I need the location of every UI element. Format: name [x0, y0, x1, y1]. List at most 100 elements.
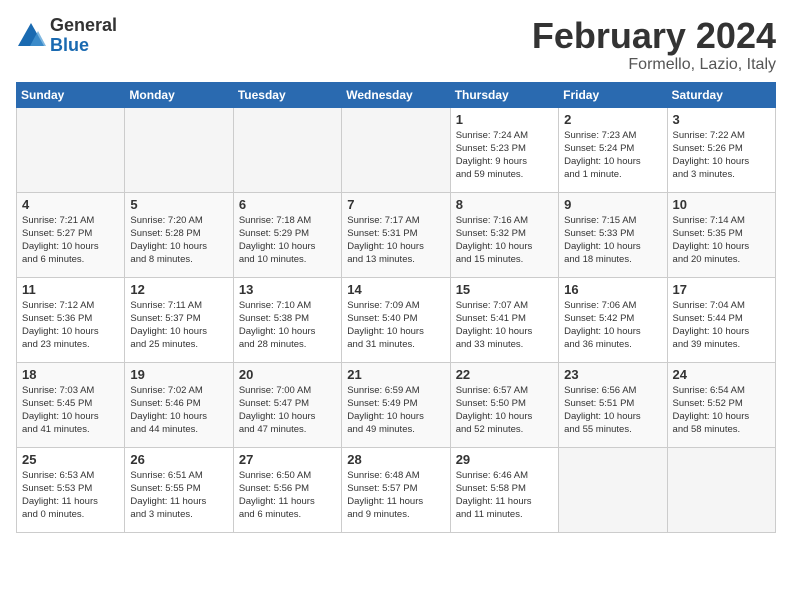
- calendar-header-row: SundayMondayTuesdayWednesdayThursdayFrid…: [17, 82, 776, 107]
- calendar-cell: [667, 447, 775, 532]
- day-number: 21: [347, 367, 444, 382]
- day-number: 9: [564, 197, 661, 212]
- day-info: Sunrise: 7:11 AM Sunset: 5:37 PM Dayligh…: [130, 299, 227, 352]
- calendar-cell: 22 Sunrise: 6:57 AM Sunset: 5:50 PM Dayli…: [450, 362, 558, 447]
- day-info: Sunrise: 7:04 AM Sunset: 5:44 PM Dayligh…: [673, 299, 770, 352]
- day-info: Sunrise: 6:56 AM Sunset: 5:51 PM Dayligh…: [564, 384, 661, 437]
- day-number: 22: [456, 367, 553, 382]
- day-number: 25: [22, 452, 119, 467]
- calendar-week-row: 11 Sunrise: 7:12 AM Sunset: 5:36 PM Dayli…: [17, 277, 776, 362]
- calendar-week-row: 18 Sunrise: 7:03 AM Sunset: 5:45 PM Dayli…: [17, 362, 776, 447]
- calendar-cell: 16 Sunrise: 7:06 AM Sunset: 5:42 PM Dayli…: [559, 277, 667, 362]
- calendar-cell: 11 Sunrise: 7:12 AM Sunset: 5:36 PM Dayli…: [17, 277, 125, 362]
- calendar-week-row: 25 Sunrise: 6:53 AM Sunset: 5:53 PM Dayli…: [17, 447, 776, 532]
- day-info: Sunrise: 6:57 AM Sunset: 5:50 PM Dayligh…: [456, 384, 553, 437]
- day-info: Sunrise: 7:21 AM Sunset: 5:27 PM Dayligh…: [22, 214, 119, 267]
- calendar-header-wednesday: Wednesday: [342, 82, 450, 107]
- calendar-cell: 19 Sunrise: 7:02 AM Sunset: 5:46 PM Dayli…: [125, 362, 233, 447]
- day-number: 17: [673, 282, 770, 297]
- day-info: Sunrise: 7:06 AM Sunset: 5:42 PM Dayligh…: [564, 299, 661, 352]
- day-info: Sunrise: 7:23 AM Sunset: 5:24 PM Dayligh…: [564, 129, 661, 182]
- calendar-cell: 8 Sunrise: 7:16 AM Sunset: 5:32 PM Daylig…: [450, 192, 558, 277]
- day-info: Sunrise: 7:20 AM Sunset: 5:28 PM Dayligh…: [130, 214, 227, 267]
- day-number: 12: [130, 282, 227, 297]
- day-number: 27: [239, 452, 336, 467]
- calendar-cell: 23 Sunrise: 6:56 AM Sunset: 5:51 PM Dayli…: [559, 362, 667, 447]
- calendar-cell: 4 Sunrise: 7:21 AM Sunset: 5:27 PM Daylig…: [17, 192, 125, 277]
- day-number: 13: [239, 282, 336, 297]
- day-info: Sunrise: 7:14 AM Sunset: 5:35 PM Dayligh…: [673, 214, 770, 267]
- day-info: Sunrise: 7:03 AM Sunset: 5:45 PM Dayligh…: [22, 384, 119, 437]
- calendar-cell: 13Sunrise: 7:10 AM Sunset: 5:38 PM Dayli…: [233, 277, 341, 362]
- day-info: Sunrise: 6:48 AM Sunset: 5:57 PM Dayligh…: [347, 469, 444, 522]
- day-number: 3: [673, 112, 770, 127]
- day-info: Sunrise: 7:07 AM Sunset: 5:41 PM Dayligh…: [456, 299, 553, 352]
- day-info: Sunrise: 7:17 AM Sunset: 5:31 PM Dayligh…: [347, 214, 444, 267]
- day-number: 26: [130, 452, 227, 467]
- day-info: Sunrise: 7:02 AM Sunset: 5:46 PM Dayligh…: [130, 384, 227, 437]
- day-info: Sunrise: 7:24 AM Sunset: 5:23 PM Dayligh…: [456, 129, 553, 182]
- calendar-header-sunday: Sunday: [17, 82, 125, 107]
- calendar-cell: 28 Sunrise: 6:48 AM Sunset: 5:57 PM Dayli…: [342, 447, 450, 532]
- calendar-cell: 29 Sunrise: 6:46 AM Sunset: 5:58 PM Dayli…: [450, 447, 558, 532]
- calendar-cell: 1Sunrise: 7:24 AM Sunset: 5:23 PM Daylig…: [450, 107, 558, 192]
- calendar-cell: 27 Sunrise: 6:50 AM Sunset: 5:56 PM Dayli…: [233, 447, 341, 532]
- calendar-cell: 20Sunrise: 7:00 AM Sunset: 5:47 PM Dayli…: [233, 362, 341, 447]
- logo-blue: Blue: [50, 36, 117, 56]
- location-subtitle: Formello, Lazio, Italy: [532, 56, 776, 74]
- day-number: 14: [347, 282, 444, 297]
- day-info: Sunrise: 6:59 AM Sunset: 5:49 PM Dayligh…: [347, 384, 444, 437]
- calendar-table: SundayMondayTuesdayWednesdayThursdayFrid…: [16, 82, 776, 533]
- day-number: 7: [347, 197, 444, 212]
- calendar-header-thursday: Thursday: [450, 82, 558, 107]
- calendar-week-row: 1Sunrise: 7:24 AM Sunset: 5:23 PM Daylig…: [17, 107, 776, 192]
- day-number: 8: [456, 197, 553, 212]
- calendar-cell: 6 Sunrise: 7:18 AM Sunset: 5:29 PM Daylig…: [233, 192, 341, 277]
- logo: General Blue: [16, 16, 117, 56]
- logo-icon: [16, 21, 46, 51]
- day-info: Sunrise: 7:09 AM Sunset: 5:40 PM Dayligh…: [347, 299, 444, 352]
- calendar-cell: [125, 107, 233, 192]
- day-number: 19: [130, 367, 227, 382]
- day-info: Sunrise: 7:12 AM Sunset: 5:36 PM Dayligh…: [22, 299, 119, 352]
- calendar-cell: 2Sunrise: 7:23 AM Sunset: 5:24 PM Daylig…: [559, 107, 667, 192]
- calendar-cell: 5 Sunrise: 7:20 AM Sunset: 5:28 PM Daylig…: [125, 192, 233, 277]
- calendar-cell: 9Sunrise: 7:15 AM Sunset: 5:33 PM Daylig…: [559, 192, 667, 277]
- calendar-cell: 26 Sunrise: 6:51 AM Sunset: 5:55 PM Dayli…: [125, 447, 233, 532]
- calendar-cell: [233, 107, 341, 192]
- page-header: General Blue February 2024 Formello, Laz…: [16, 16, 776, 74]
- calendar-cell: 12 Sunrise: 7:11 AM Sunset: 5:37 PM Dayli…: [125, 277, 233, 362]
- day-number: 18: [22, 367, 119, 382]
- day-info: Sunrise: 6:51 AM Sunset: 5:55 PM Dayligh…: [130, 469, 227, 522]
- calendar-cell: 25 Sunrise: 6:53 AM Sunset: 5:53 PM Dayli…: [17, 447, 125, 532]
- calendar-cell: 15Sunrise: 7:07 AM Sunset: 5:41 PM Dayli…: [450, 277, 558, 362]
- day-info: Sunrise: 7:22 AM Sunset: 5:26 PM Dayligh…: [673, 129, 770, 182]
- calendar-cell: 18 Sunrise: 7:03 AM Sunset: 5:45 PM Dayli…: [17, 362, 125, 447]
- day-info: Sunrise: 7:00 AM Sunset: 5:47 PM Dayligh…: [239, 384, 336, 437]
- calendar-cell: 17 Sunrise: 7:04 AM Sunset: 5:44 PM Dayli…: [667, 277, 775, 362]
- day-info: Sunrise: 7:18 AM Sunset: 5:29 PM Dayligh…: [239, 214, 336, 267]
- day-number: 29: [456, 452, 553, 467]
- day-info: Sunrise: 6:53 AM Sunset: 5:53 PM Dayligh…: [22, 469, 119, 522]
- title-block: February 2024 Formello, Lazio, Italy: [532, 16, 776, 74]
- logo-text: General Blue: [50, 16, 117, 56]
- calendar-cell: [342, 107, 450, 192]
- day-number: 24: [673, 367, 770, 382]
- day-info: Sunrise: 6:46 AM Sunset: 5:58 PM Dayligh…: [456, 469, 553, 522]
- day-number: 5: [130, 197, 227, 212]
- day-number: 11: [22, 282, 119, 297]
- calendar-header-monday: Monday: [125, 82, 233, 107]
- day-info: Sunrise: 7:16 AM Sunset: 5:32 PM Dayligh…: [456, 214, 553, 267]
- calendar-cell: 21 Sunrise: 6:59 AM Sunset: 5:49 PM Dayli…: [342, 362, 450, 447]
- calendar-cell: 3 Sunrise: 7:22 AM Sunset: 5:26 PM Daylig…: [667, 107, 775, 192]
- calendar-cell: [17, 107, 125, 192]
- calendar-header-friday: Friday: [559, 82, 667, 107]
- day-number: 4: [22, 197, 119, 212]
- day-number: 6: [239, 197, 336, 212]
- calendar-cell: 10Sunrise: 7:14 AM Sunset: 5:35 PM Dayli…: [667, 192, 775, 277]
- day-number: 16: [564, 282, 661, 297]
- day-info: Sunrise: 6:50 AM Sunset: 5:56 PM Dayligh…: [239, 469, 336, 522]
- calendar-cell: 14 Sunrise: 7:09 AM Sunset: 5:40 PM Dayli…: [342, 277, 450, 362]
- day-number: 23: [564, 367, 661, 382]
- day-number: 28: [347, 452, 444, 467]
